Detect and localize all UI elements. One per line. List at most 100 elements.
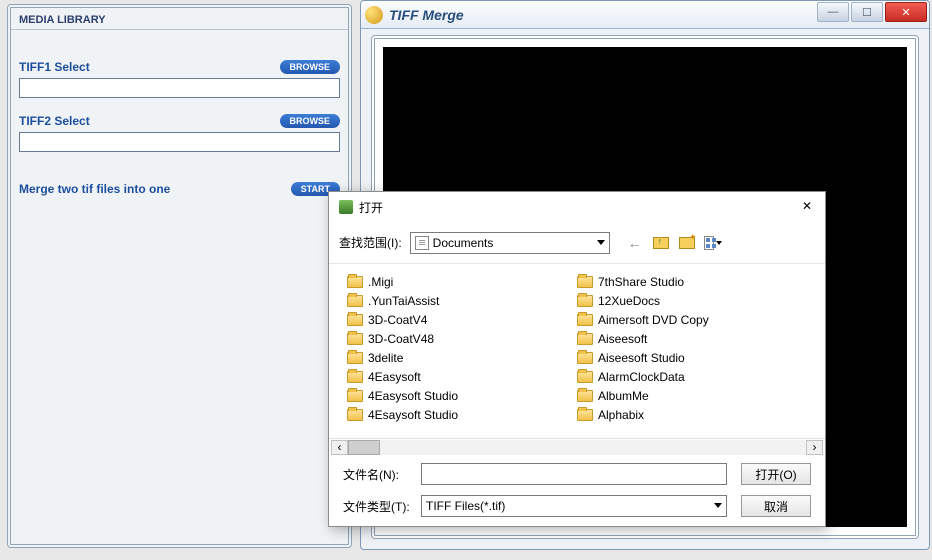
dialog-bottom: 文件名(N): 打开(O) 文件类型(T): TIFF Files(*.tif)…	[329, 455, 825, 535]
filetype-dropdown[interactable]: TIFF Files(*.tif)	[421, 495, 727, 517]
list-item[interactable]: Aiseesoft	[577, 329, 807, 348]
dialog-toolbar: 查找范围(I): Documents ←	[329, 222, 825, 264]
list-item[interactable]: Aiseesoft Studio	[577, 348, 807, 367]
folder-icon	[347, 352, 363, 364]
look-in-dropdown[interactable]: Documents	[410, 232, 610, 254]
tiff2-input[interactable]	[19, 132, 340, 152]
close-button[interactable]: ✕	[885, 2, 927, 22]
folder-icon	[347, 390, 363, 402]
tiff2-label: TIFF2 Select	[19, 114, 90, 128]
list-item[interactable]: Alphabix	[577, 405, 807, 424]
folder-icon	[577, 390, 593, 402]
look-in-label: 查找范围(I):	[339, 234, 402, 251]
tiff1-row: TIFF1 Select BROWSE	[11, 60, 348, 98]
list-item-label: 7thShare Studio	[598, 275, 684, 289]
up-one-level-button[interactable]	[652, 234, 670, 252]
merge-row: Merge two tif files into one START	[11, 182, 348, 196]
list-item[interactable]: AlbumMe	[577, 386, 807, 405]
filetype-value: TIFF Files(*.tif)	[426, 499, 505, 513]
folder-icon	[347, 295, 363, 307]
folder-icon	[347, 371, 363, 383]
folder-icon	[577, 333, 593, 345]
scroll-track[interactable]	[348, 440, 806, 455]
chevron-down-icon	[597, 240, 605, 245]
dialog-title: 打开	[359, 199, 383, 216]
scroll-left-button[interactable]: ‹	[331, 440, 348, 455]
minimize-button[interactable]: —	[817, 2, 849, 22]
filename-input[interactable]	[421, 463, 727, 485]
dialog-icon	[339, 200, 353, 214]
chevron-down-icon	[714, 503, 722, 508]
list-item-label: 4Easysoft Studio	[368, 389, 458, 403]
file-open-dialog: 打开 ✕ 查找范围(I): Documents ← .Migi .YunTaiAs…	[328, 191, 826, 527]
scroll-thumb[interactable]	[348, 440, 380, 455]
cancel-button[interactable]: 取消	[741, 495, 811, 517]
media-library-header: MEDIA LIBRARY	[11, 8, 348, 30]
list-item-label: 12XueDocs	[598, 294, 660, 308]
list-item-label: 4Easysoft	[368, 370, 421, 384]
folder-icon	[577, 295, 593, 307]
list-item-label: AlarmClockData	[598, 370, 685, 384]
window-controls: — ☐ ✕	[817, 2, 927, 22]
view-grid-icon	[704, 236, 714, 250]
tiff1-browse-button[interactable]: BROWSE	[280, 60, 341, 74]
list-item[interactable]: .YunTaiAssist	[347, 291, 577, 310]
folder-icon	[347, 276, 363, 288]
list-item-label: .YunTaiAssist	[368, 294, 439, 308]
list-item-label: 3D-CoatV4	[368, 313, 427, 327]
dialog-title-bar[interactable]: 打开 ✕	[329, 192, 825, 222]
list-item[interactable]: 4Easysoft Studio	[347, 386, 577, 405]
merge-label: Merge two tif files into one	[19, 182, 170, 196]
open-button[interactable]: 打开(O)	[741, 463, 811, 485]
list-item[interactable]: 4Easysoft	[347, 367, 577, 386]
folder-icon	[577, 352, 593, 364]
chevron-down-icon	[716, 241, 722, 245]
list-item[interactable]: .Migi	[347, 272, 577, 291]
filename-label: 文件名(N):	[343, 466, 421, 483]
folder-icon	[347, 409, 363, 421]
list-item[interactable]: 3delite	[347, 348, 577, 367]
list-item-label: Aiseesoft Studio	[598, 351, 685, 365]
list-item[interactable]: AlarmClockData	[577, 367, 807, 386]
folder-icon	[577, 409, 593, 421]
maximize-button[interactable]: ☐	[851, 2, 883, 22]
list-item[interactable]: 12XueDocs	[577, 291, 807, 310]
list-item[interactable]: Aimersoft DVD Copy	[577, 310, 807, 329]
scroll-right-button[interactable]: ›	[806, 440, 823, 455]
tiff2-row: TIFF2 Select BROWSE	[11, 114, 348, 152]
tiff2-browse-button[interactable]: BROWSE	[280, 114, 341, 128]
filetype-label: 文件类型(T):	[343, 498, 421, 515]
list-item-label: Alphabix	[598, 408, 644, 422]
tiff1-input[interactable]	[19, 78, 340, 98]
list-item-label: 4Esaysoft Studio	[368, 408, 458, 422]
folder-icon	[577, 314, 593, 326]
folder-icon	[577, 276, 593, 288]
list-item-label: 3delite	[368, 351, 403, 365]
list-item-label: Aiseesoft	[598, 332, 647, 346]
look-in-value: Documents	[433, 236, 494, 250]
list-item[interactable]: 7thShare Studio	[577, 272, 807, 291]
file-list: .Migi .YunTaiAssist 3D-CoatV4 3D-CoatV48 3de…	[329, 264, 825, 438]
folder-icon	[347, 314, 363, 326]
list-item[interactable]: 3D-CoatV4	[347, 310, 577, 329]
horizontal-scrollbar[interactable]: ‹ ›	[329, 438, 825, 455]
app-icon	[365, 6, 383, 24]
dialog-close-button[interactable]: ✕	[799, 199, 815, 215]
list-item[interactable]: 4Esaysoft Studio	[347, 405, 577, 424]
documents-icon	[415, 236, 429, 250]
view-menu-button[interactable]	[704, 234, 722, 252]
list-item-label: AlbumMe	[598, 389, 649, 403]
back-arrow-icon: ←	[628, 235, 642, 251]
back-button[interactable]: ←	[626, 234, 644, 252]
window-title-text: TIFF Merge	[389, 7, 464, 23]
list-item[interactable]: 3D-CoatV48	[347, 329, 577, 348]
window-title-bar[interactable]: TIFF Merge — ☐ ✕	[361, 1, 929, 29]
list-item-label: Aimersoft DVD Copy	[598, 313, 709, 327]
folder-icon	[577, 371, 593, 383]
new-folder-button[interactable]	[678, 234, 696, 252]
folder-new-icon	[679, 237, 695, 249]
media-library-panel: MEDIA LIBRARY TIFF1 Select BROWSE TIFF2 …	[7, 4, 352, 548]
list-item-label: 3D-CoatV48	[368, 332, 434, 346]
tiff1-label: TIFF1 Select	[19, 60, 90, 74]
list-item-label: .Migi	[368, 275, 393, 289]
